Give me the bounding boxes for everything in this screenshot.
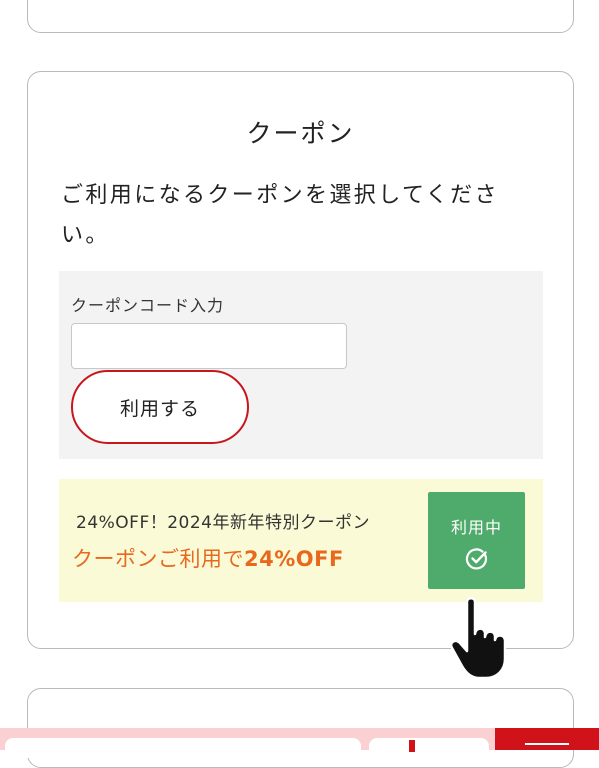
bottom-bar-middle-field[interactable] xyxy=(369,738,489,758)
discount-value: 24%OFF xyxy=(244,547,344,571)
coupon-code-label: クーポンコード入力 xyxy=(71,296,225,315)
coupon-section-title: クーポン xyxy=(246,119,355,148)
bottom-action-bar xyxy=(0,728,599,758)
applied-coupon-row: 24%OFF！2024年新年特別クーポン クーポンご利用で24%OFF 利用中 xyxy=(59,479,543,602)
coupon-name: 24%OFF！2024年新年特別クーポン xyxy=(76,513,370,533)
bottom-bar-left-field[interactable] xyxy=(5,738,361,758)
bottom-bar-line-icon xyxy=(525,743,569,745)
hand-pointer-icon xyxy=(450,597,507,680)
coupon-discount-text: クーポンご利用で24%OFF xyxy=(72,543,344,573)
coupon-section-card: クーポン ご利用になるクーポンを選択してください。 クーポンコード入力 利用する… xyxy=(27,71,574,649)
previous-section-card xyxy=(27,0,574,33)
apply-coupon-button[interactable]: 利用する xyxy=(71,370,249,444)
check-circle-icon xyxy=(465,548,487,570)
in-use-label: 利用中 xyxy=(450,518,502,537)
bottom-bar-marker-icon xyxy=(409,740,415,752)
bottom-bar-red-button[interactable] xyxy=(495,728,599,750)
coupon-section-description: ご利用になるクーポンを選択してください。 xyxy=(61,183,499,248)
coupon-in-use-button[interactable]: 利用中 xyxy=(428,492,525,589)
coupon-code-box: クーポンコード入力 利用する xyxy=(59,271,543,459)
discount-prefix: クーポンご利用で xyxy=(72,547,244,571)
coupon-code-input[interactable] xyxy=(71,323,347,369)
